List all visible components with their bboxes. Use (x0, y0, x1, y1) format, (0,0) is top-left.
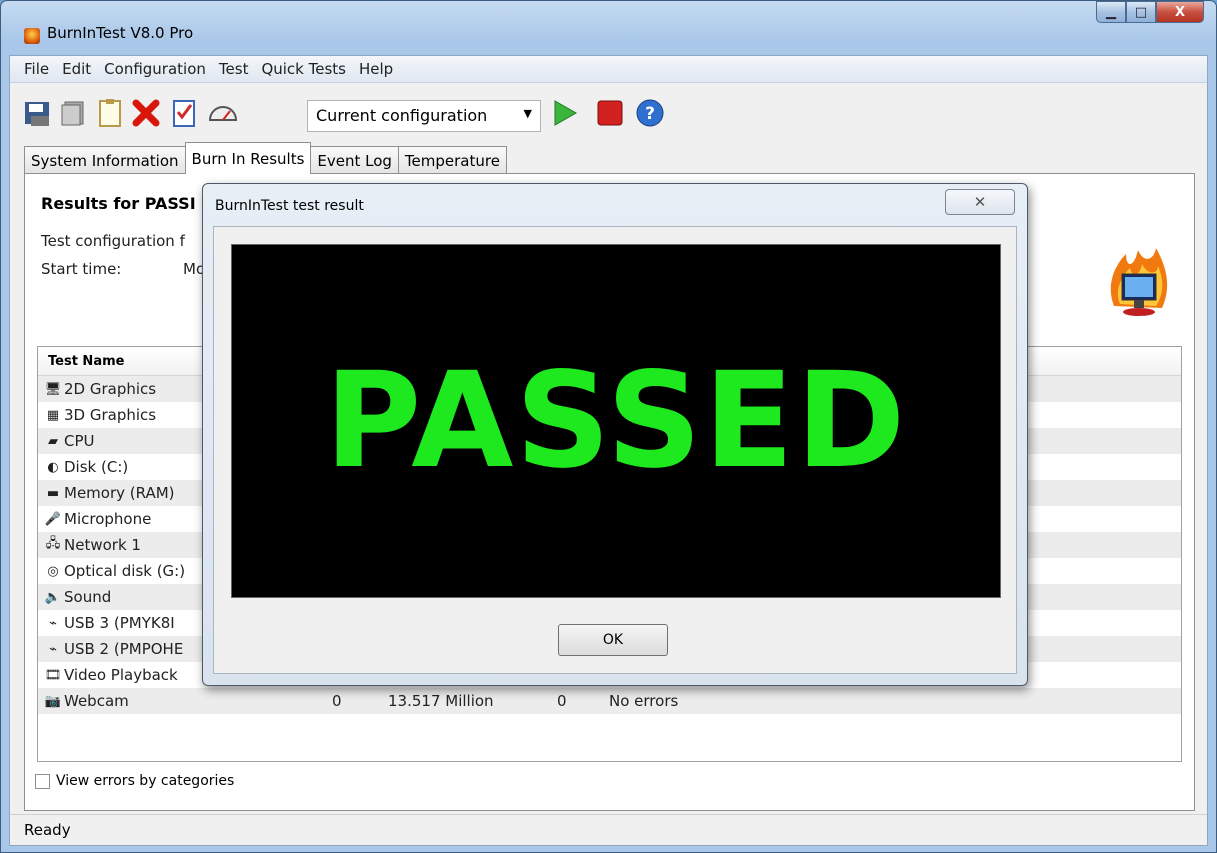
cycles-value: 0 (332, 692, 342, 710)
tab-event-log[interactable]: Event Log (310, 146, 399, 174)
test-name: Memory (RAM) (64, 484, 175, 502)
view-errors-checkbox[interactable] (35, 773, 50, 789)
close-button[interactable]: X (1156, 1, 1204, 23)
speaker-icon: 🔈 (44, 589, 62, 605)
close-icon: ✕ (973, 193, 987, 211)
test-name: 2D Graphics (64, 380, 157, 398)
memory-icon: ▬ (46, 485, 60, 501)
result-display: PASSED (231, 244, 1001, 598)
optical-disk-icon: ◎ (47, 563, 59, 579)
configuration-select-value: Current configuration (316, 106, 488, 125)
status-bar: Ready (10, 814, 1207, 845)
configuration-select[interactable]: Current configuration ▼ (307, 100, 541, 132)
table-row[interactable]: 📷 Webcam 0 13.517 Million 0 No errors (38, 688, 1181, 714)
maximize-button[interactable]: □ (1126, 1, 1156, 23)
clipboard-icon[interactable] (94, 97, 126, 129)
chevron-down-icon: ▼ (523, 107, 532, 120)
monitor-icon: 🖥 (44, 381, 62, 397)
errors-value: 0 (557, 692, 567, 710)
window-controls: ▁ □ X (1096, 1, 1204, 23)
test-configuration-label: Test configuration f (41, 232, 185, 250)
play-icon[interactable] (548, 97, 580, 129)
test-name: USB 2 (PMPOHE (64, 640, 184, 658)
usb-icon: ⌁ (49, 641, 57, 657)
menu-help[interactable]: Help (359, 60, 393, 78)
test-name: Microphone (64, 510, 152, 528)
disk-icon: ◐ (47, 459, 59, 475)
minimize-button[interactable]: ▁ (1096, 1, 1126, 23)
ok-button[interactable]: OK (558, 624, 668, 656)
view-errors-label: View errors by categories (56, 773, 235, 789)
svg-text:?: ? (645, 104, 655, 124)
menu-test[interactable]: Test (219, 60, 249, 78)
tab-temperature[interactable]: Temperature (397, 146, 507, 174)
webcam-icon: 📷 (44, 693, 62, 709)
test-result-dialog: BurnInTest test result ✕ PASSED OK (202, 183, 1028, 686)
dialog-close-button[interactable]: ✕ (945, 189, 1015, 215)
dialog-title: BurnInTest test result (215, 198, 364, 214)
test-name: Optical disk (G:) (64, 562, 186, 580)
checklist-icon[interactable] (168, 97, 200, 129)
menu-file[interactable]: File (24, 60, 49, 78)
usb-icon: ⌁ (49, 615, 57, 631)
menu-edit[interactable]: Edit (62, 60, 91, 78)
dialog-body: PASSED OK (213, 226, 1017, 674)
operations-value: 13.517 Million (388, 692, 494, 710)
save-icon[interactable] (22, 97, 54, 129)
test-name: Video Playback (64, 666, 178, 684)
start-time-label: Start time: (41, 260, 122, 278)
microphone-icon: 🎤 (44, 511, 62, 527)
test-name: USB 3 (PMYK8I (64, 614, 175, 632)
film-icon: 🎞 (44, 667, 62, 683)
test-name: 3D Graphics (64, 406, 157, 424)
network-icon: 🖧 (45, 536, 61, 551)
view-errors-option[interactable]: View errors by categories (35, 773, 234, 789)
title-bar[interactable]: BurnInTest V8.0 Pro ▁ □ X (1, 1, 1216, 55)
cubes-icon: ▦ (46, 407, 60, 423)
delete-icon[interactable] (130, 97, 162, 129)
last-error-value: No errors (609, 692, 679, 710)
tab-strip: System Information Burn In Results Event… (24, 142, 507, 174)
test-name: Network 1 (64, 536, 141, 554)
window-title: BurnInTest V8.0 Pro (47, 24, 194, 42)
menu-quick-tests[interactable]: Quick Tests (261, 60, 346, 78)
copy-icon[interactable] (58, 97, 90, 129)
cpu-icon: ▰ (48, 433, 58, 449)
results-heading: Results for PASSI (41, 194, 196, 213)
tab-system-information[interactable]: System Information (24, 146, 186, 174)
test-name: Sound (64, 588, 112, 606)
help-icon[interactable]: ? (634, 97, 666, 129)
menu-configuration[interactable]: Configuration (104, 60, 206, 78)
test-name: Webcam (64, 692, 129, 710)
test-name: CPU (64, 432, 95, 450)
menu-bar: File Edit Configuration Test Quick Tests… (10, 56, 1207, 83)
gauge-icon[interactable] (206, 97, 238, 129)
result-text: PASSED (324, 344, 908, 498)
stop-icon[interactable] (594, 97, 626, 129)
test-name: Disk (C:) (64, 458, 129, 476)
tab-burn-in-results[interactable]: Burn In Results (184, 142, 312, 174)
app-icon (24, 28, 40, 44)
burnintest-logo-icon (1104, 246, 1172, 318)
status-text: Ready (24, 821, 71, 839)
toolbar: Current configuration ▼ ? (10, 84, 1207, 134)
